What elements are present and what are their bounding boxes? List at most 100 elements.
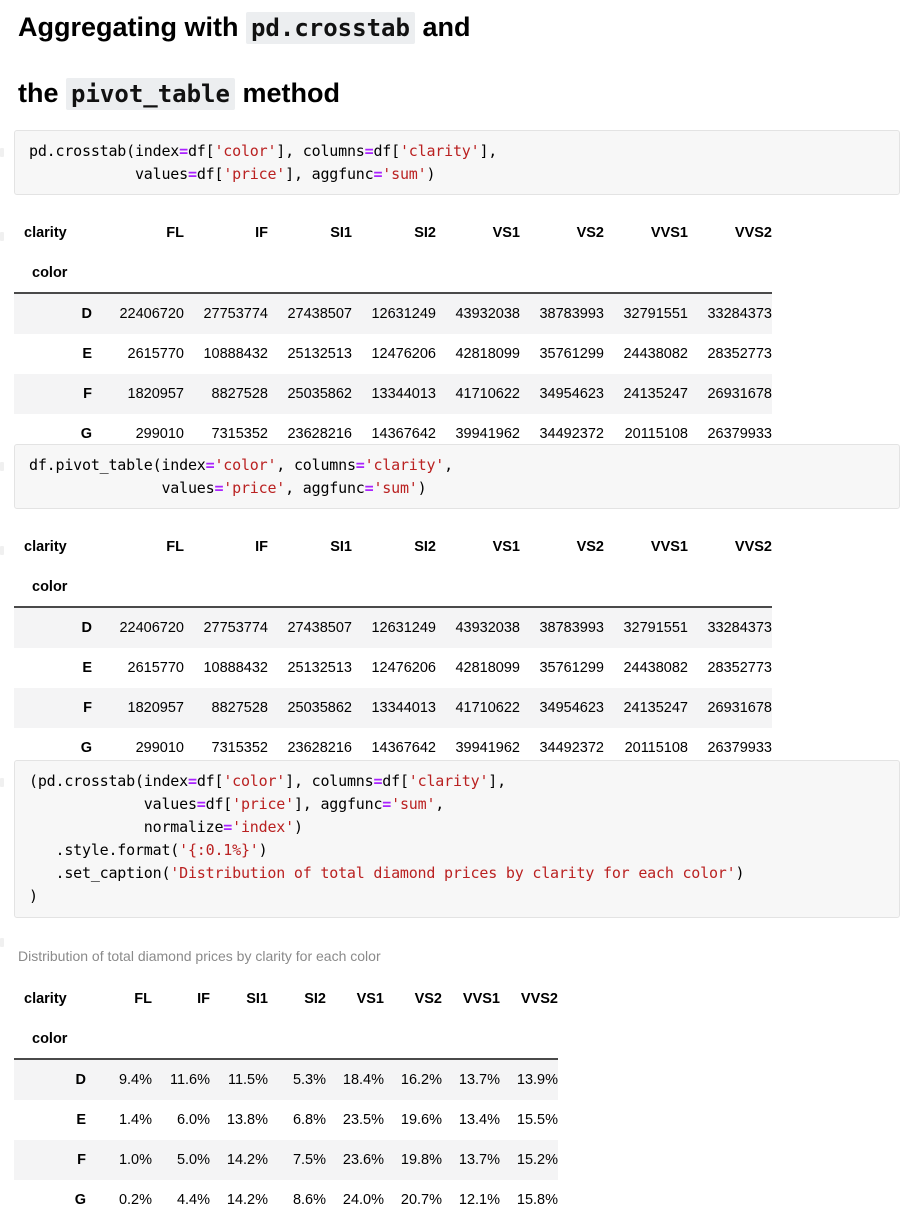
- table-cell: 25132513: [287, 660, 352, 676]
- column-header: VS1: [492, 539, 520, 555]
- table-cell: 12476206: [371, 346, 436, 362]
- table-header-row: clarity FL IF SI1 SI2 VS1 VS2 VVS1 VVS2: [14, 978, 558, 1020]
- title-text-prefix-2: the: [18, 78, 67, 108]
- spacer-cell: [604, 568, 688, 607]
- spacer-cell: [184, 254, 268, 293]
- index-axis-label: color: [32, 579, 68, 595]
- table-cell: 41710622: [436, 688, 520, 728]
- spacer-cell: [436, 568, 520, 607]
- table-caption: Distribution of total diamond prices by …: [18, 948, 381, 964]
- spacer-cell: [436, 254, 520, 293]
- code-cell-crosstab-normalized-styled[interactable]: (pd.crosstab(index=df['color'], columns=…: [14, 760, 900, 918]
- inline-code-pivot-table: pivot_table: [66, 78, 235, 110]
- table-cell: 15.5%: [516, 1112, 558, 1128]
- code-cell-crosstab-sum[interactable]: pd.crosstab(index=df['color'], columns=d…: [14, 130, 900, 195]
- table-cell: 26931678: [688, 374, 772, 414]
- table-header-row: clarity FL IF SI1 SI2 VS1 VS2 VVS1 VVS2: [14, 212, 772, 254]
- code-cell-pivot-table-sum[interactable]: df.pivot_table(index='color', columns='c…: [14, 444, 900, 509]
- table-cell: 13.9%: [500, 1058, 558, 1100]
- table-cell: 8827528: [184, 688, 268, 728]
- output-table-pivot-table-sum: clarity FL IF SI1 SI2 VS1 VS2 VVS1 VVS2 …: [14, 526, 772, 768]
- row-label: G: [74, 1192, 86, 1208]
- spacer-cell: [268, 1020, 326, 1059]
- spacer-cell: [152, 1020, 210, 1059]
- row-label: E: [82, 346, 92, 362]
- columns-axis-label: clarity: [24, 225, 67, 241]
- page-title-line-1: Aggregating with pd.crosstab and: [18, 12, 470, 44]
- table-cell: 24135247: [604, 688, 688, 728]
- table-cell: 11.5%: [210, 1058, 268, 1100]
- table-cell: 2615770: [127, 346, 184, 362]
- table-cell: 27438507: [268, 292, 352, 334]
- table-cell: 12476206: [371, 660, 436, 676]
- column-header: SI2: [304, 991, 326, 1007]
- table-cell: 42818099: [455, 660, 520, 676]
- column-header: VVS2: [734, 225, 772, 241]
- columns-axis-label: clarity: [24, 539, 67, 555]
- column-header: VVS1: [650, 539, 688, 555]
- column-header: VS1: [356, 991, 384, 1007]
- table-row: D 9.4% 11.6% 11.5% 5.3% 18.4% 16.2% 13.7…: [14, 1058, 558, 1100]
- inline-code-crosstab: pd.crosstab: [245, 12, 415, 44]
- table-cell: 34954623: [520, 688, 604, 728]
- table-cell: 9.4%: [94, 1058, 152, 1100]
- spacer-cell: [442, 1020, 500, 1059]
- table-row: D 22406720 27753774 27438507 12631249 43…: [14, 292, 772, 334]
- spacer-cell: [500, 1020, 558, 1059]
- table-cell: 15.8%: [516, 1192, 558, 1208]
- column-header: VS1: [492, 225, 520, 241]
- row-label: D: [14, 292, 100, 334]
- column-header: VS2: [414, 991, 442, 1007]
- code-content-crosstab-normalized-styled: (pd.crosstab(index=df['color'], columns=…: [29, 772, 745, 905]
- spacer-cell: [688, 254, 772, 293]
- table-row: E 1.4% 6.0% 13.8% 6.8% 23.5% 19.6% 13.4%…: [14, 1100, 558, 1140]
- row-label: D: [14, 1058, 94, 1100]
- table-cell: 26931678: [688, 688, 772, 728]
- spacer-cell: [604, 254, 688, 293]
- spacer-cell: [100, 568, 184, 607]
- table-cell: 1.0%: [94, 1140, 152, 1180]
- table-cell: 28352773: [707, 346, 772, 362]
- gutter-mark: [0, 232, 4, 241]
- table-cell: 16.2%: [384, 1058, 442, 1100]
- column-header: SI1: [330, 225, 352, 241]
- column-header: IF: [197, 991, 210, 1007]
- spacer-cell: [326, 1020, 384, 1059]
- column-header: SI1: [330, 539, 352, 555]
- table-cell: 42818099: [455, 346, 520, 362]
- table-cell: 35761299: [539, 660, 604, 676]
- table-cell: 1820957: [100, 374, 184, 414]
- code-content-pivot-table-sum: df.pivot_table(index='color', columns='c…: [29, 456, 453, 497]
- table-cell: 13.7%: [442, 1140, 500, 1180]
- table-row: F 1.0% 5.0% 14.2% 7.5% 23.6% 19.8% 13.7%…: [14, 1140, 558, 1180]
- spacer-cell: [384, 1020, 442, 1059]
- spacer-cell: [210, 1020, 268, 1059]
- spacer-cell: [688, 568, 772, 607]
- output-table-crosstab-normalized: clarity FL IF SI1 SI2 VS1 VS2 VVS1 VVS2 …: [14, 978, 558, 1220]
- row-label: D: [14, 606, 100, 648]
- column-header: VVS2: [520, 991, 558, 1007]
- table-cell: 24.0%: [342, 1192, 384, 1208]
- table-row: D 22406720 27753774 27438507 12631249 43…: [14, 606, 772, 648]
- table-cell: 23.6%: [326, 1140, 384, 1180]
- column-header: FL: [134, 991, 152, 1007]
- table-cell: 22406720: [100, 606, 184, 648]
- table-cell: 38783993: [520, 292, 604, 334]
- gutter-mark: [0, 546, 4, 555]
- column-header: VVS1: [650, 225, 688, 241]
- column-header: SI1: [246, 991, 268, 1007]
- table-cell: 12.1%: [458, 1192, 500, 1208]
- table-cell: 7.5%: [268, 1140, 326, 1180]
- table-cell: 32791551: [604, 606, 688, 648]
- table-cell: 6.0%: [176, 1112, 210, 1128]
- table-cell: 27753774: [184, 606, 268, 648]
- table-cell: 25132513: [287, 346, 352, 362]
- table-cell: 12631249: [352, 606, 436, 648]
- gutter-mark: [0, 462, 4, 471]
- table-cell: 43932038: [436, 606, 520, 648]
- column-header: IF: [255, 225, 268, 241]
- table-cell: 24135247: [604, 374, 688, 414]
- table-cell: 25035862: [268, 374, 352, 414]
- table-index-name-row: color: [14, 568, 772, 607]
- table-cell: 32791551: [604, 292, 688, 334]
